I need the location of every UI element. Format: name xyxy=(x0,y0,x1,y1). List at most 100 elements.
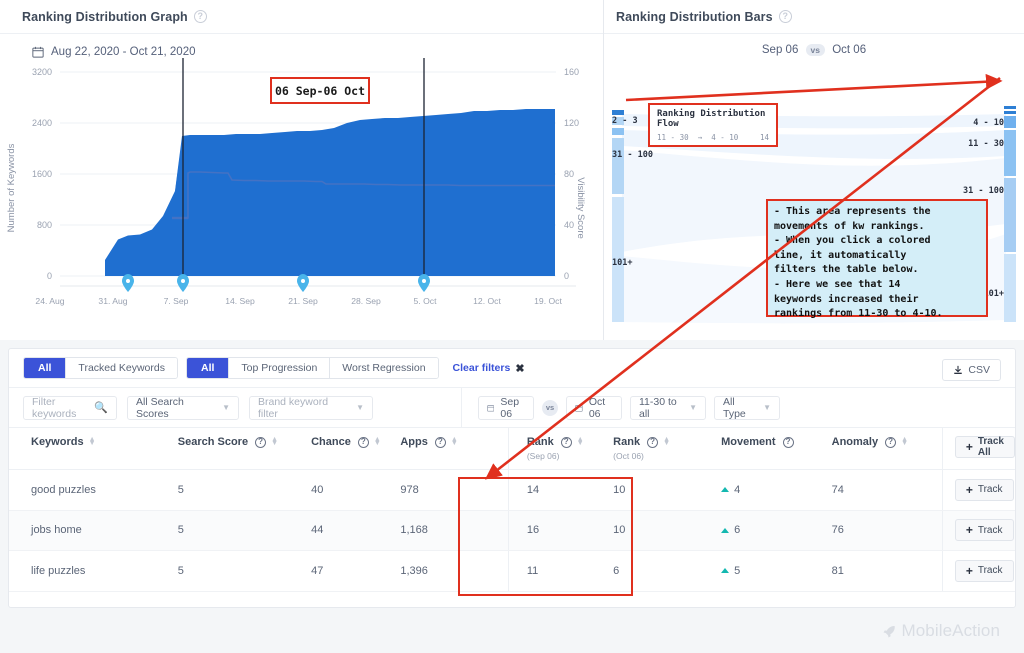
table-row[interactable]: life puzzles 5 47 1,396 11 6 5 81 + Trac… xyxy=(9,550,1015,592)
search-input[interactable]: Filter keywords 🔍 xyxy=(23,395,117,420)
sort-icon[interactable]: ▲ ▼ xyxy=(451,436,458,447)
filter-right-group: Sep 06 vs Oct 06 11-30 to all ▼ All Type xyxy=(461,388,780,427)
svg-text:7. Sep: 7. Sep xyxy=(164,296,189,306)
flow-arrow-icon: → xyxy=(697,133,703,142)
left-bar-11-30 xyxy=(612,128,624,135)
sort-icon[interactable]: ▲ ▼ xyxy=(89,436,96,447)
th-movement[interactable]: Movement ? xyxy=(721,427,832,470)
svg-text:31. Aug: 31. Aug xyxy=(98,296,127,306)
th-rank-oct[interactable]: Rank ? ▲ ▼ (Oct 06) xyxy=(613,427,722,470)
x-axis-ticks: 24. Aug 31. Aug 7. Sep 14. Sep 21. Sep 2… xyxy=(35,296,562,306)
help-circle-icon[interactable]: ? xyxy=(885,436,897,448)
right-bar-label-4-10: 4 - 10 xyxy=(973,118,1004,128)
movement-value: 4 xyxy=(734,483,741,496)
date-right-picker[interactable]: Oct 06 xyxy=(566,395,622,420)
search-scores-select[interactable]: All Search Scores ▼ xyxy=(127,395,239,420)
rocket-icon xyxy=(883,625,896,637)
track-all-button[interactable]: + Track All xyxy=(954,436,1015,458)
table-row[interactable]: good puzzles 5 40 978 14 10 4 74 + Track xyxy=(9,469,1015,511)
svg-text:40: 40 xyxy=(564,220,574,230)
th-label: Rank xyxy=(526,436,554,448)
right-card-header: Ranking Distribution Bars ? xyxy=(604,0,1024,34)
help-circle-icon[interactable]: ? xyxy=(782,436,794,448)
track-button[interactable]: + Track xyxy=(954,519,1014,542)
download-icon xyxy=(954,365,963,374)
filter-tracked-keywords-button[interactable]: Tracked Keywords xyxy=(66,358,177,378)
table-head: Keywords ▲ ▼ Search Score ? ▲ ▼ Chance ?… xyxy=(9,427,1015,470)
th-keywords[interactable]: Keywords ▲ ▼ xyxy=(9,427,178,470)
cell-rank-oct: 10 xyxy=(613,510,722,551)
csv-export-button[interactable]: CSV xyxy=(942,359,1001,381)
table-row[interactable]: jobs home 5 44 1,168 16 10 6 76 + Track xyxy=(9,510,1015,551)
cell-movement: 4 xyxy=(721,469,832,511)
rank-range-select[interactable]: 11-30 to all ▼ xyxy=(630,395,706,420)
filter-toolbar: All Tracked Keywords All Top Progression… xyxy=(9,349,1015,387)
brand-keyword-filter-select[interactable]: Brand keyword filter ▼ xyxy=(249,395,373,420)
help-circle-icon[interactable]: ? xyxy=(193,10,207,23)
th-rank-sep[interactable]: Rank ? ▲ ▼ (Sep 06) xyxy=(507,427,614,470)
th-label: Keywords xyxy=(31,436,84,448)
sort-icon[interactable]: ▲ ▼ xyxy=(663,436,670,447)
type-value: All Type xyxy=(723,395,746,420)
date-right-value: Oct 06 xyxy=(588,395,606,420)
filter-top-progression-button[interactable]: Top Progression xyxy=(229,358,331,378)
cell-keyword: life puzzles xyxy=(9,550,178,592)
right-bar-31-100 xyxy=(1004,178,1016,252)
help-circle-icon[interactable]: ? xyxy=(255,436,267,448)
cell-apps: 1,396 xyxy=(400,550,509,592)
movement-value: 6 xyxy=(734,524,741,537)
filter-all-button[interactable]: All xyxy=(24,358,67,378)
help-circle-icon[interactable]: ? xyxy=(778,10,792,23)
th-label: Movement xyxy=(721,436,776,448)
help-circle-icon[interactable]: ? xyxy=(560,436,572,448)
cell-movement: 6 xyxy=(721,510,832,551)
cell-rank-sep: 14 xyxy=(507,469,614,511)
track-button[interactable]: + Track xyxy=(954,559,1014,582)
svg-text:21. Sep: 21. Sep xyxy=(288,296,318,306)
left-bar-31-100 xyxy=(612,138,624,194)
brand-logo: MobileAction xyxy=(882,621,1000,641)
th-anomaly[interactable]: Anomaly ? ▲ ▼ xyxy=(831,427,943,470)
date-range-picker[interactable]: Aug 22, 2020 - Oct 21, 2020 xyxy=(0,34,603,58)
filter-all-progression-button[interactable]: All xyxy=(186,358,230,378)
segmented-progression[interactable]: All Top Progression Worst Regression xyxy=(185,357,439,379)
sort-icon[interactable]: ▲ ▼ xyxy=(271,436,278,447)
segmented-tracked-keywords[interactable]: All Tracked Keywords xyxy=(23,357,178,379)
th-search-score[interactable]: Search Score ? ▲ ▼ xyxy=(177,427,312,470)
svg-text:24. Aug: 24. Aug xyxy=(35,296,64,306)
th-chance[interactable]: Chance ? ▲ ▼ xyxy=(311,427,401,470)
th-apps[interactable]: Apps ? ▲ ▼ xyxy=(400,427,509,470)
event-marker-icons xyxy=(122,274,430,292)
left-bar-label-31-100: 31 - 100 xyxy=(612,150,653,160)
csv-label: CSV xyxy=(968,364,990,376)
date-range-label: Aug 22, 2020 - Oct 21, 2020 xyxy=(51,46,196,58)
type-select[interactable]: All Type ▼ xyxy=(714,395,780,420)
triangle-up-icon xyxy=(721,527,730,533)
sort-icon[interactable]: ▲ ▼ xyxy=(577,436,584,447)
right-bar-101plus xyxy=(1004,254,1016,322)
track-label: Track xyxy=(977,565,1003,577)
svg-text:1600: 1600 xyxy=(32,169,52,179)
cell-movement: 5 xyxy=(721,550,832,592)
cell-keyword: jobs home xyxy=(9,510,178,551)
help-circle-icon[interactable]: ? xyxy=(357,436,369,448)
cell-track: + Track xyxy=(941,510,1015,551)
track-button[interactable]: + Track xyxy=(954,478,1014,501)
clear-filters-button[interactable]: Clear filters ✖ xyxy=(453,362,525,375)
chevron-down-icon: ▼ xyxy=(689,403,697,412)
svg-text:0: 0 xyxy=(564,271,569,281)
annotation-note: - This area represents the movements of … xyxy=(766,199,988,319)
th-label: Search Score xyxy=(177,436,249,448)
chevron-down-icon: ▼ xyxy=(356,403,364,412)
filter-worst-regression-button[interactable]: Worst Regression xyxy=(330,358,438,378)
right-bar-4-10 xyxy=(1004,116,1016,128)
svg-text:120: 120 xyxy=(564,118,579,128)
right-bar-label-11-30: 11 - 30 xyxy=(968,139,1004,149)
date-left-picker[interactable]: Sep 06 xyxy=(478,395,534,420)
flow-count: 14 xyxy=(759,133,769,142)
sort-icon[interactable]: ▲ ▼ xyxy=(901,436,908,447)
sort-icon[interactable]: ▲ ▼ xyxy=(374,436,381,447)
help-circle-icon[interactable]: ? xyxy=(434,436,446,448)
help-circle-icon[interactable]: ? xyxy=(647,436,659,448)
triangle-up-icon xyxy=(721,487,730,493)
